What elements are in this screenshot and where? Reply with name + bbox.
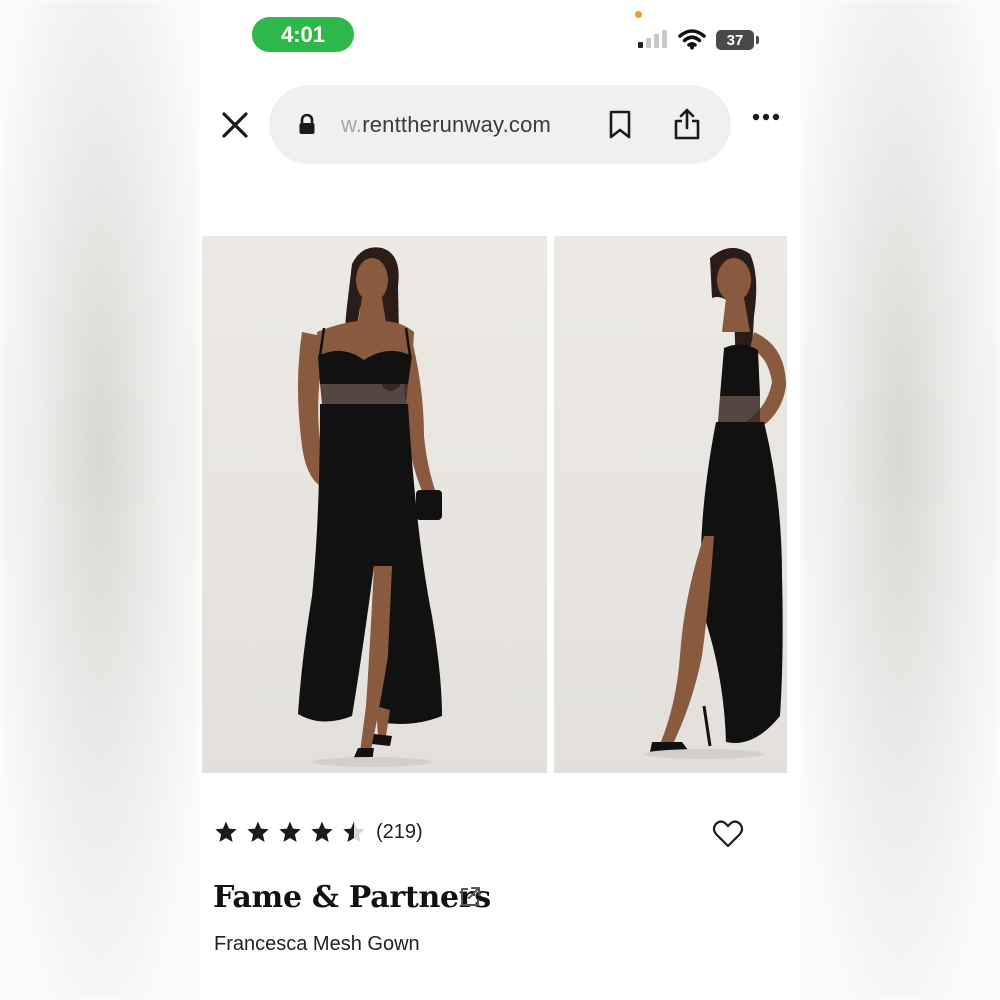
battery-nub xyxy=(756,36,759,44)
review-count[interactable]: (219) xyxy=(376,821,423,844)
brand-name[interactable]: Fame & Partners xyxy=(213,880,491,915)
bookmark-icon[interactable] xyxy=(608,110,632,140)
star-icon xyxy=(247,821,269,842)
model-front-figure xyxy=(298,247,442,767)
wifi-icon xyxy=(678,29,706,50)
status-time: 4:01 xyxy=(252,17,354,52)
url-text[interactable]: w.renttherunway.com xyxy=(341,112,551,138)
product-name: Francesca Mesh Gown xyxy=(214,933,420,955)
lock-icon xyxy=(299,114,315,134)
product-image-front[interactable] xyxy=(202,236,547,773)
privacy-indicator-dot xyxy=(635,11,642,18)
heart-icon[interactable] xyxy=(712,819,744,849)
external-link-icon[interactable] xyxy=(458,885,482,909)
star-icon xyxy=(215,821,237,842)
battery-icon: 37 xyxy=(716,30,754,50)
blurred-background-left xyxy=(0,0,200,1000)
cellular-signal-icon xyxy=(638,30,667,48)
more-icon[interactable] xyxy=(752,113,780,121)
blurred-background-right xyxy=(800,0,1000,1000)
url-domain: renttherunway.com xyxy=(362,112,552,137)
half-star-icon xyxy=(343,821,365,842)
phone-screen: 4:01 37 w.renttherunway.com (219) Fame &… xyxy=(200,0,800,1000)
star-rating xyxy=(214,820,366,844)
share-icon[interactable] xyxy=(673,107,701,141)
url-prefix: w. xyxy=(341,112,363,137)
star-icon xyxy=(311,821,333,842)
address-bar[interactable]: w.renttherunway.com xyxy=(269,85,731,164)
product-image-side[interactable] xyxy=(554,236,787,773)
model-side-figure xyxy=(644,247,786,759)
star-icon xyxy=(279,821,301,842)
close-icon[interactable] xyxy=(220,108,250,142)
